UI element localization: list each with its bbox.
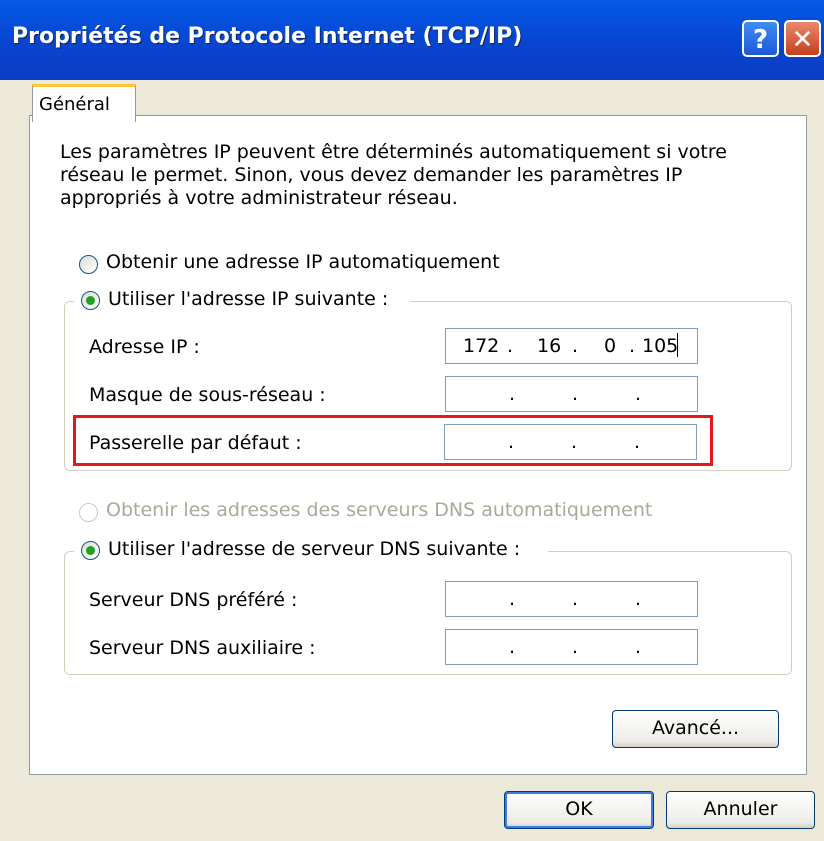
ip-address-octet-2: 16 <box>537 335 562 357</box>
subnet-mask-label: Masque de sous-réseau : <box>89 384 326 406</box>
tab-general[interactable]: Général <box>32 84 136 122</box>
tcpip-properties-dialog: Propriétés de Protocole Internet (TCP/IP… <box>0 0 824 841</box>
dns-manual-label[interactable]: Utiliser l'adresse de serveur DNS suivan… <box>108 538 520 560</box>
close-button[interactable]: ✕ <box>784 20 821 57</box>
ip-separator: . <box>509 383 516 405</box>
ip-address-octet-3: 0 <box>604 335 617 357</box>
title-bar[interactable]: Propriétés de Protocole Internet (TCP/IP… <box>0 0 824 80</box>
ip-separator: . <box>572 383 579 405</box>
alternate-dns-input[interactable]: . . . <box>445 629 698 665</box>
ip-auto-radio[interactable] <box>79 255 98 274</box>
help-button[interactable]: ? <box>742 20 779 57</box>
ip-address-octet-4: 105 <box>642 335 679 357</box>
ip-separator: . <box>572 588 579 610</box>
ip-address-octet-1: 172 <box>463 335 500 357</box>
gateway-highlight-box <box>73 415 713 466</box>
ip-manual-label[interactable]: Utiliser l'adresse IP suivante : <box>108 288 388 310</box>
ok-button[interactable]: OK <box>504 791 654 829</box>
ip-separator: . <box>572 335 579 357</box>
ip-manual-radio[interactable] <box>81 291 100 310</box>
ip-separator: . <box>572 636 579 658</box>
ip-separator: . <box>509 636 516 658</box>
tab-strip: Général <box>0 80 824 122</box>
ip-separator: . <box>507 335 514 357</box>
advanced-button[interactable]: Avancé... <box>612 710 779 748</box>
ip-separator: . <box>635 636 642 658</box>
alternate-dns-label: Serveur DNS auxiliaire : <box>89 637 316 659</box>
ip-separator: . <box>509 588 516 610</box>
ip-address-input[interactable]: 172 . 16 . 0 . 105 <box>445 328 698 364</box>
window-title: Propriétés de Protocole Internet (TCP/IP… <box>12 24 523 49</box>
subnet-mask-input[interactable]: . . . <box>445 376 698 412</box>
ip-address-label: Adresse IP : <box>89 336 200 358</box>
ip-separator: . <box>635 383 642 405</box>
cancel-button[interactable]: Annuler <box>666 791 815 829</box>
ip-separator: . <box>635 588 642 610</box>
intro-text: Les paramètres IP peuvent être déterminé… <box>60 141 727 209</box>
ip-separator: . <box>629 335 636 357</box>
dns-auto-label[interactable]: Obtenir les adresses des serveurs DNS au… <box>106 499 652 521</box>
ip-auto-label[interactable]: Obtenir une adresse IP automatiquement <box>106 251 500 273</box>
dns-auto-radio[interactable] <box>79 503 98 522</box>
preferred-dns-input[interactable]: . . . <box>445 581 698 617</box>
text-caret <box>677 333 678 357</box>
dns-manual-radio[interactable] <box>81 541 100 560</box>
preferred-dns-label: Serveur DNS préféré : <box>89 589 298 611</box>
